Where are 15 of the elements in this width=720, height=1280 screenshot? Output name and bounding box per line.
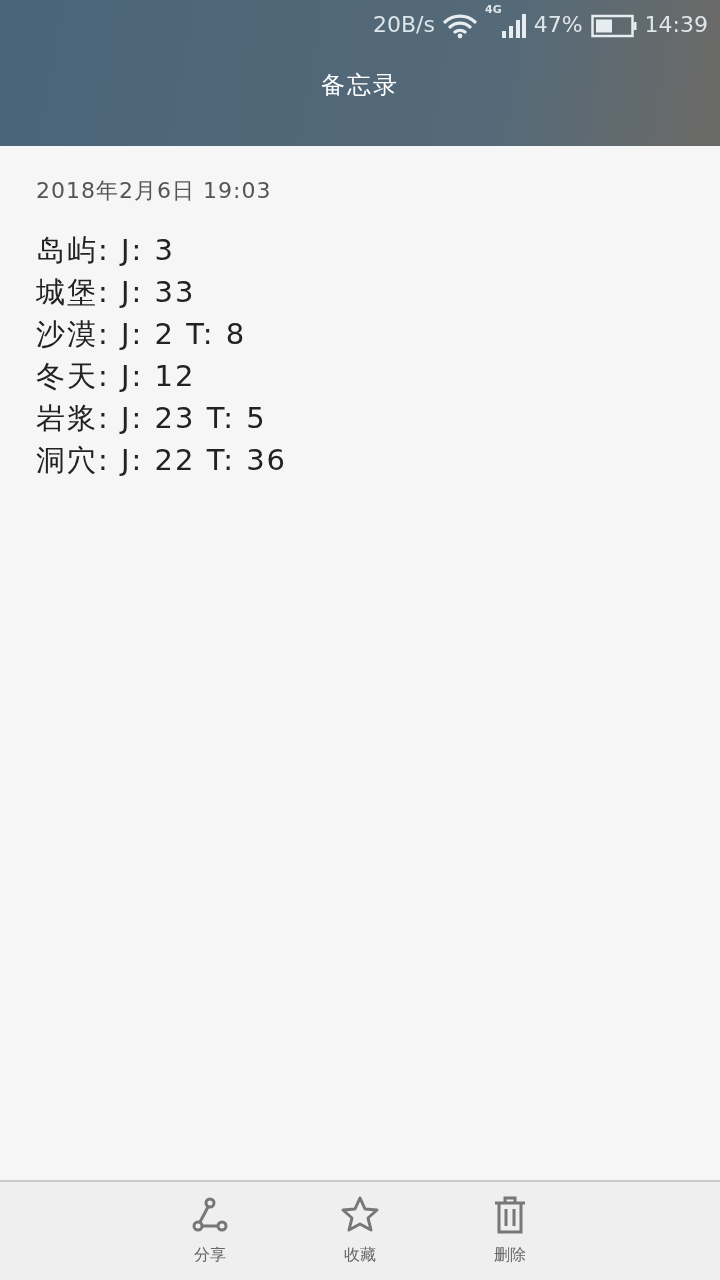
note-line: 洞穴: J: 22 T: 36: [36, 442, 288, 479]
clock: 14:39: [644, 10, 708, 39]
note-line: 岛屿: J: 3: [36, 232, 175, 269]
network-type: 4G: [485, 3, 502, 15]
battery-percent: 47%: [533, 10, 583, 39]
screen-title: 备忘录: [321, 70, 399, 101]
toolbar-button[interactable]: 分享: [180, 1189, 240, 1273]
note-date: 2018年2月6日 19:03: [36, 177, 273, 205]
note-line: 城堡: J: 33: [36, 274, 196, 311]
toolbar-button[interactable]: 收藏: [330, 1189, 390, 1273]
note-line: 冬天: J: 12: [36, 358, 196, 395]
network-speed: 20B/s: [373, 10, 435, 39]
note-line: 岩浆: J: 23 T: 5: [36, 400, 267, 437]
note-line: 沙漠: J: 2 T: 8: [36, 316, 247, 353]
toolbar-button[interactable]: 删除: [480, 1189, 540, 1273]
